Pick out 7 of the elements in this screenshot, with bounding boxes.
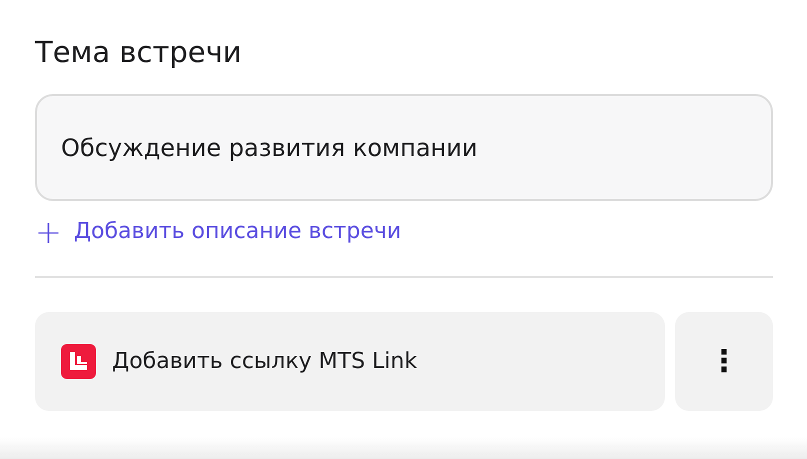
add-link-button[interactable]: Добавить ссылку MTS Link: [35, 312, 665, 411]
plus-icon: +: [35, 220, 62, 244]
section-heading: Тема встречи: [35, 34, 243, 71]
add-description-link[interactable]: + Добавить описание встречи: [35, 219, 402, 244]
more-button[interactable]: ⋮: [675, 312, 773, 411]
topic-field[interactable]: Обсуждение развития компании: [35, 94, 773, 201]
logo-icon: [61, 344, 96, 379]
